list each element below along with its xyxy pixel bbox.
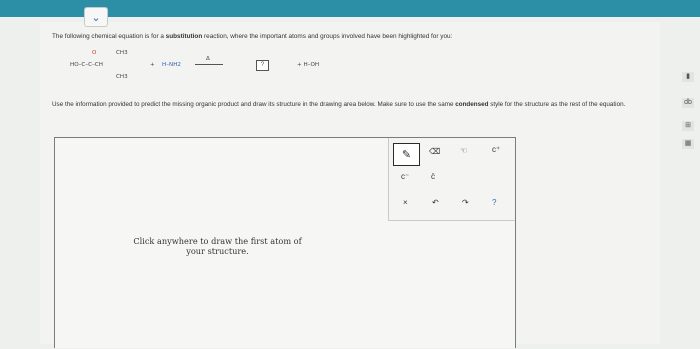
instructions-text: Use the information provided to predict … bbox=[52, 101, 626, 108]
hand-icon[interactable]: ☜ bbox=[460, 146, 467, 155]
sidebar-icon-3[interactable]: ⊞ bbox=[682, 121, 694, 131]
plus-sign: + bbox=[150, 62, 155, 68]
heat-symbol: Δ bbox=[206, 56, 210, 62]
clear-button[interactable]: × bbox=[403, 198, 408, 207]
lone-pair-button[interactable]: c̈ bbox=[431, 172, 435, 181]
sidebar-icon-1[interactable]: ▮ bbox=[682, 72, 694, 82]
chemical-equation: O CH3 HO–C–C–CH CH3 + H–NH2 Δ + H–OH bbox=[70, 48, 360, 92]
drawing-hint: Click anywhere to draw the first atom of… bbox=[133, 236, 302, 256]
methyl-bottom: CH3 bbox=[116, 74, 128, 80]
sidebar-icon-4[interactable]: ▦ bbox=[682, 139, 694, 149]
reaction-arrow bbox=[195, 64, 223, 65]
redo-icon[interactable]: ↷ bbox=[462, 198, 469, 207]
reactant-backbone: HO–C–C–CH bbox=[70, 62, 103, 68]
sidebar-icon-2[interactable]: db bbox=[682, 98, 694, 108]
anion-button[interactable]: c⁻ bbox=[401, 172, 409, 181]
undo-icon[interactable]: ↶ bbox=[432, 198, 439, 207]
cation-button[interactable]: c⁺ bbox=[492, 145, 500, 154]
eraser-icon[interactable]: ⌫ bbox=[429, 147, 440, 156]
missing-product-box: ? bbox=[256, 60, 269, 71]
question-text: The following chemical equation is for a… bbox=[52, 33, 453, 40]
methyl-top: CH3 bbox=[116, 50, 128, 56]
ammonia-reagent: H–NH2 bbox=[162, 62, 181, 68]
pencil-icon[interactable]: ✎ bbox=[393, 143, 420, 166]
collapse-chevron-icon[interactable]: ⌄ bbox=[84, 7, 108, 27]
help-button[interactable]: ? bbox=[492, 198, 496, 207]
carbonyl-oxygen: O bbox=[92, 50, 97, 56]
water-product: + H–OH bbox=[297, 62, 320, 68]
